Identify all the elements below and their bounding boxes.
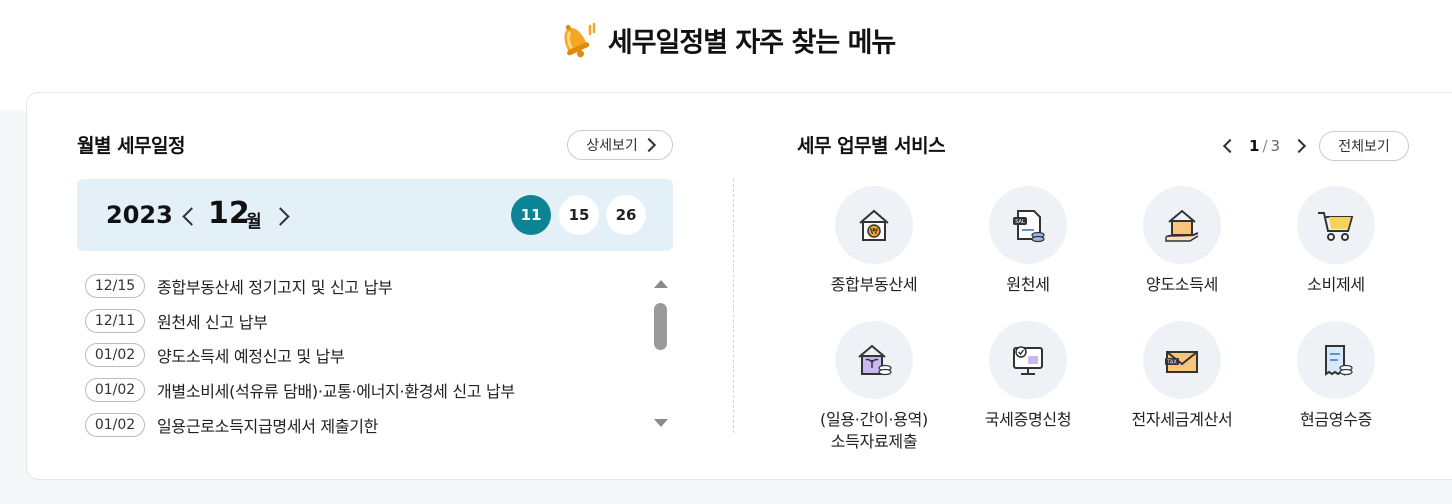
salary-document-icon: SAL <box>989 186 1067 264</box>
schedule-item[interactable]: 12/15 종합부동산세 정기고지 및 신고 납부 <box>85 273 393 299</box>
chevron-right-icon <box>270 206 290 226</box>
next-page-icon[interactable] <box>1291 138 1307 154</box>
schedule-date-badge: 01/02 <box>85 378 145 402</box>
service-label-line1: (일용·간이·용역) <box>820 410 928 429</box>
service-label: 현금영수증 <box>1299 410 1373 429</box>
page-separator: / <box>1262 137 1268 155</box>
scroll-thumb[interactable] <box>654 303 667 350</box>
schedule-item[interactable]: 12/11 원천세 신고 납부 <box>85 308 268 334</box>
service-label: (일용·간이·용역) 소득자료제출 <box>799 409 949 453</box>
schedule-item[interactable]: 01/02 일용근로소득지급명세서 제출기한 <box>85 412 378 438</box>
day-button-active[interactable]: 11 <box>511 195 551 235</box>
schedule-date-badge: 12/15 <box>85 274 145 298</box>
svg-text:₩: ₩ <box>870 227 878 236</box>
view-all-label: 전체보기 <box>1338 139 1390 155</box>
year-label: 2023 <box>106 201 173 229</box>
day-button[interactable]: 26 <box>606 195 646 235</box>
month-unit: 월 <box>246 212 262 232</box>
prev-month-button[interactable] <box>180 205 202 227</box>
chevron-right-icon <box>641 137 656 153</box>
schedule-scrollbar[interactable] <box>649 271 673 435</box>
certificate-monitor-icon <box>989 321 1067 399</box>
schedule-item-text: 원천세 신고 납부 <box>157 313 268 332</box>
service-item-cash-receipt[interactable]: 현금영수증 <box>1261 321 1411 431</box>
scroll-down-arrow-icon[interactable] <box>654 419 668 427</box>
service-label: 전자세금계산서 <box>1131 410 1233 429</box>
schedule-item[interactable]: 01/02 양도소득세 예정신고 및 납부 <box>85 342 345 368</box>
tax-envelope-icon: TAX <box>1143 321 1221 399</box>
service-label: 종합부동산세 <box>830 275 918 294</box>
schedule-item-text: 종합부동산세 정기고지 및 신고 납부 <box>157 278 393 297</box>
page-total: 3 <box>1270 137 1281 155</box>
service-item-comprehensive-property-tax[interactable]: ₩ 종합부동산세 <box>799 186 949 296</box>
schedule-date-badge: 12/11 <box>85 309 145 333</box>
schedule-item-text: 개별소비세(석유류 담배)·교통·에너지·환경세 신고 납부 <box>157 382 515 401</box>
service-label: 양도소득세 <box>1145 275 1219 294</box>
service-item-tax-certificate[interactable]: 국세증명신청 <box>953 321 1103 431</box>
prev-page-icon[interactable] <box>1222 138 1238 154</box>
schedule-item-text: 양도소득세 예정신고 및 납부 <box>157 347 345 366</box>
house-won-icon: ₩ <box>835 186 913 264</box>
section-divider <box>733 179 734 433</box>
day-button[interactable]: 15 <box>559 195 599 235</box>
scroll-up-arrow-icon[interactable] <box>654 280 668 288</box>
service-label: 원천세 <box>1006 275 1050 294</box>
schedule-date-badge: 01/02 <box>85 413 145 437</box>
view-all-button[interactable]: 전체보기 <box>1319 131 1409 161</box>
schedule-date-badge: 01/02 <box>85 343 145 367</box>
service-item-consumption-tax[interactable]: 소비제세 <box>1261 186 1411 296</box>
house-hand-icon <box>1143 186 1221 264</box>
services-title: 세무 업무별 서비스 <box>797 135 946 157</box>
service-item-withholding-tax[interactable]: SAL 원천세 <box>953 186 1103 296</box>
svg-text:TAX: TAX <box>1166 360 1177 366</box>
service-card: 월별 세무일정 상세보기 2023 12 월 11 15 26 12/15 종합… <box>26 92 1452 480</box>
service-label: 국세증명신청 <box>984 410 1072 429</box>
house-plant-coins-icon <box>835 321 913 399</box>
services-pager: 1 / 3 <box>1222 133 1307 159</box>
chevron-left-icon <box>181 206 201 226</box>
shopping-cart-icon <box>1297 186 1375 264</box>
section-heading: 세무일정별 자주 찾는 메뉴 <box>0 18 1452 62</box>
schedule-item[interactable]: 01/02 개별소비세(석유류 담배)·교통·에너지·환경세 신고 납부 <box>85 377 515 403</box>
schedule-item-text: 일용근로소득지급명세서 제출기한 <box>157 417 379 436</box>
schedule-title: 월별 세무일정 <box>77 135 186 157</box>
bell-icon <box>557 18 597 62</box>
schedule-more-button[interactable]: 상세보기 <box>567 130 673 160</box>
month-selector: 2023 12 월 11 15 26 <box>77 179 673 251</box>
svg-text:SAL: SAL <box>1015 219 1025 225</box>
next-month-button[interactable] <box>269 205 291 227</box>
service-item-income-data-submission[interactable]: (일용·간이·용역) 소득자료제출 <box>799 321 949 453</box>
service-item-e-tax-invoice[interactable]: TAX 전자세금계산서 <box>1107 321 1257 431</box>
receipt-coins-icon <box>1297 321 1375 399</box>
page-current: 1 <box>1249 137 1260 155</box>
service-item-capital-gains-tax[interactable]: 양도소득세 <box>1107 186 1257 296</box>
service-label-line2: 소득자료제출 <box>830 432 918 451</box>
service-label: 소비제세 <box>1307 275 1365 294</box>
page-title: 세무일정별 자주 찾는 메뉴 <box>607 27 896 59</box>
month-number: 12 <box>208 196 250 231</box>
schedule-more-label: 상세보기 <box>586 138 638 154</box>
